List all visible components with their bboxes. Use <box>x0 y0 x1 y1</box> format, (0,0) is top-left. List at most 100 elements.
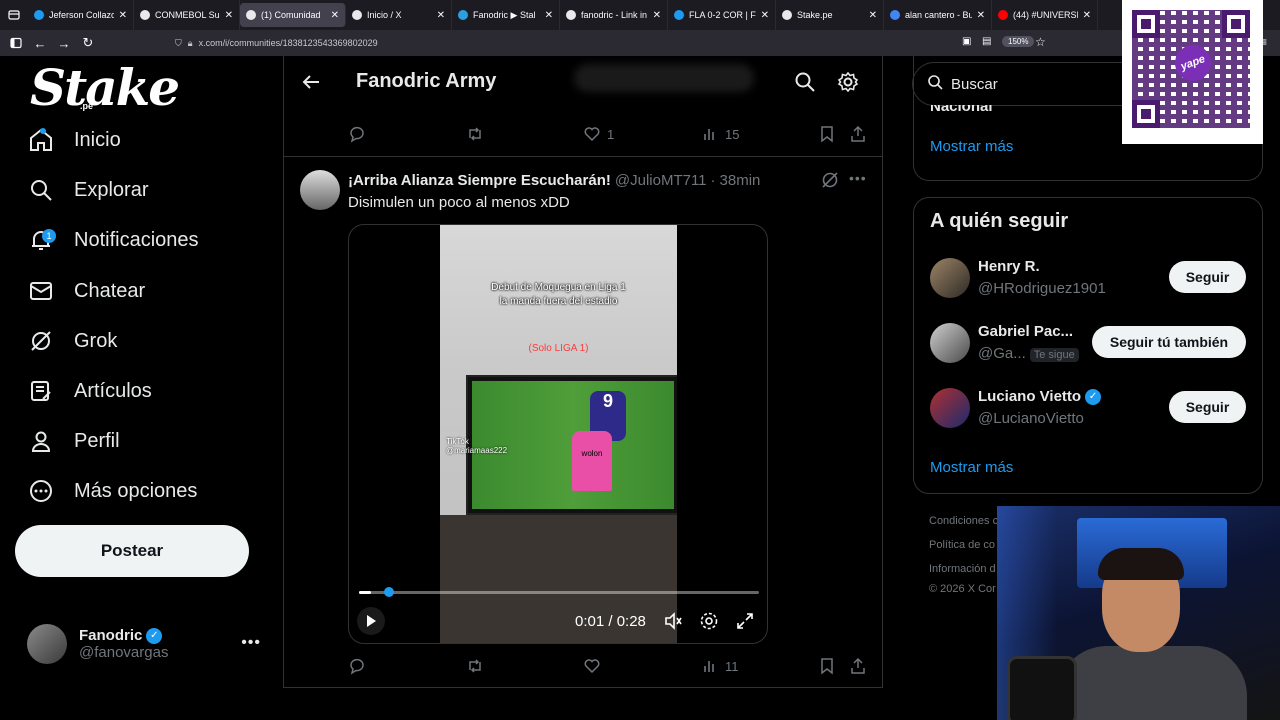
avatar[interactable] <box>930 323 970 363</box>
more-dots-icon[interactable]: ••• <box>241 634 261 652</box>
follow-name[interactable]: Gabriel Pac... <box>978 323 1073 340</box>
video-progress-bar[interactable] <box>359 587 759 597</box>
sidebar-item-notificaciones[interactable]: 1 Notificaciones <box>28 220 199 260</box>
bookmark-star-icon[interactable]: ☆ <box>1035 35 1046 49</box>
browser-tab-7[interactable]: Stake.pe ✕ <box>776 0 884 30</box>
browser-tab-0[interactable]: Jeferson Collazos (←✕ <box>28 0 134 30</box>
tab-close-icon[interactable]: ✕ <box>869 10 877 21</box>
footer-link[interactable]: Condiciones c <box>929 515 998 527</box>
zoom-level[interactable]: 150% <box>1002 36 1035 47</box>
follow-suggestion[interactable]: Luciano Vietto ✓ @LucianoVietto Seguir <box>930 386 1248 430</box>
avatar[interactable] <box>300 170 340 210</box>
tab-close-icon[interactable]: ✕ <box>119 10 127 21</box>
follow-button[interactable]: Seguir <box>1169 261 1246 293</box>
bookmark-icon[interactable] <box>818 125 836 143</box>
grok-icon[interactable] <box>820 170 840 195</box>
gear-icon[interactable] <box>837 71 859 98</box>
qr-code-overlay: yape <box>1122 0 1263 144</box>
tab-close-icon[interactable]: ✕ <box>545 10 553 21</box>
avatar[interactable] <box>930 258 970 298</box>
video-caption: Debut de Moquegua en Liga 1 la manda fue… <box>491 282 626 307</box>
browser-nav-bar: ← → ↻ ⛉ 🔒︎ x.com/i/communities/183812354… <box>0 30 1280 56</box>
browser-tab-3[interactable]: Inicio / X ✕ <box>346 0 452 30</box>
share-icon[interactable] <box>849 657 867 675</box>
like-button[interactable]: 1 <box>583 125 614 143</box>
progress-handle[interactable] <box>384 587 394 597</box>
sidebar-item-chatear[interactable]: Chatear <box>28 271 145 311</box>
sidebar-item-grok[interactable]: Grok <box>28 321 117 361</box>
show-more-link[interactable]: Mostrar más <box>930 138 1013 155</box>
show-more-link[interactable]: Mostrar más <box>930 459 1013 476</box>
url-text[interactable]: x.com/i/communities/1838123543369802029 <box>199 38 378 48</box>
search-icon[interactable] <box>794 71 816 98</box>
reload-icon[interactable]: ↻ <box>76 32 100 54</box>
share-icon[interactable] <box>849 125 867 143</box>
verified-icon: ✓ <box>146 627 163 644</box>
follow-suggestion[interactable]: Henry R. @HRodriguez1901 Seguir <box>930 256 1248 300</box>
follow-handle[interactable]: @Ga... <box>978 345 1026 362</box>
bookmark-icon[interactable] <box>818 657 836 675</box>
follow-back-button[interactable]: Seguir tú también <box>1092 326 1246 358</box>
repost-button[interactable] <box>466 657 490 675</box>
tab-close-icon[interactable]: ✕ <box>761 10 769 21</box>
tweet-author-name[interactable]: ¡Arriba Alianza Siempre Escucharán! <box>348 172 611 189</box>
avatar[interactable] <box>930 388 970 428</box>
post-button[interactable]: Postear <box>15 525 249 577</box>
browser-tab-1[interactable]: CONMEBOL Sudam✕ <box>134 0 240 30</box>
repost-button[interactable] <box>466 125 490 143</box>
tweet-time[interactable]: 38min <box>720 172 761 189</box>
views-button[interactable]: 15 <box>701 125 739 143</box>
play-button[interactable] <box>357 607 385 635</box>
browser-tab-2[interactable]: (1) Comunidad ✕ <box>240 3 346 27</box>
back-arrow-icon[interactable] <box>300 71 322 98</box>
sidebar-item-articulos[interactable]: Artículos <box>28 371 152 411</box>
like-button[interactable] <box>583 657 607 675</box>
follow-suggestion[interactable]: Gabriel Pac... @Ga... Te sigue Seguir tú … <box>930 321 1248 365</box>
tab-close-icon[interactable]: ✕ <box>1083 10 1091 21</box>
views-button[interactable]: 11 <box>701 657 739 675</box>
footer-link[interactable]: Información d <box>929 563 996 575</box>
tweet-author-handle[interactable]: @JulioMT711 <box>615 172 707 189</box>
stake-logo[interactable]: Stake <box>30 58 180 117</box>
footer-link[interactable]: Política de co <box>929 539 995 551</box>
video-player[interactable]: Debut de Moquegua en Liga 1 la manda fue… <box>348 224 768 644</box>
follow-handle[interactable]: @HRodriguez1901 <box>978 280 1106 297</box>
tab-close-icon[interactable]: ✕ <box>331 10 339 21</box>
sidebar-item-perfil[interactable]: Perfil <box>28 421 120 461</box>
follow-name[interactable]: Henry R. <box>978 258 1040 275</box>
reply-button[interactable] <box>348 125 372 143</box>
back-arrow-icon[interactable]: ← <box>28 32 52 54</box>
forward-arrow-icon[interactable]: → <box>52 32 76 54</box>
follow-name[interactable]: Luciano Vietto <box>978 388 1081 405</box>
volume-muted-icon[interactable] <box>663 611 683 636</box>
tiktok-watermark: TikTok @mariamaas222 <box>446 437 508 455</box>
more-dots-icon[interactable]: ••• <box>849 170 867 186</box>
browser-tab-6[interactable]: FLA 0-2 COR | Flam✕ <box>668 0 776 30</box>
gear-icon[interactable] <box>699 611 719 636</box>
tab-list-icon[interactable] <box>0 0 28 30</box>
tab-close-icon[interactable]: ✕ <box>437 10 445 21</box>
account-switcher[interactable]: Fanodric ✓ @fanovargas ••• <box>27 622 267 666</box>
tab-close-icon[interactable]: ✕ <box>225 10 233 21</box>
shield-icon[interactable]: ⛉ <box>175 38 182 49</box>
divider <box>284 156 882 157</box>
browser-tab-5[interactable]: fanodric - Link in Bi✕ <box>560 0 668 30</box>
video-frame[interactable]: Debut de Moquegua en Liga 1 la manda fue… <box>440 225 677 643</box>
browser-tab-9[interactable]: (44) #UNIVERSITAR✕ <box>992 0 1098 30</box>
browser-tab-4[interactable]: Fanodric ▶ Stal ✕ <box>452 0 560 30</box>
tab-close-icon[interactable]: ✕ <box>977 10 985 21</box>
sidebar-item-explorar[interactable]: Explorar <box>28 170 148 210</box>
lock-icon[interactable]: 🔒︎ <box>188 38 193 49</box>
screenshot-icon[interactable]: ▤ <box>982 36 991 47</box>
fullscreen-icon[interactable] <box>735 611 755 636</box>
sidebar-toggle-icon[interactable] <box>4 32 28 54</box>
url-bar[interactable]: ⛉ 🔒︎ x.com/i/communities/183812354336980… <box>175 33 1055 53</box>
follow-button[interactable]: Seguir <box>1169 391 1246 423</box>
tab-close-icon[interactable]: ✕ <box>653 10 661 21</box>
follow-handle[interactable]: @LucianoVietto <box>978 410 1084 427</box>
sidebar-item-inicio[interactable]: Inicio <box>28 120 121 160</box>
browser-tab-8[interactable]: alan cantero - Busc✕ <box>884 0 992 30</box>
sidebar-item-mas-opciones[interactable]: Más opciones <box>28 471 197 511</box>
reply-button[interactable] <box>348 657 372 675</box>
reader-view-icon[interactable]: ▣ <box>962 36 971 47</box>
